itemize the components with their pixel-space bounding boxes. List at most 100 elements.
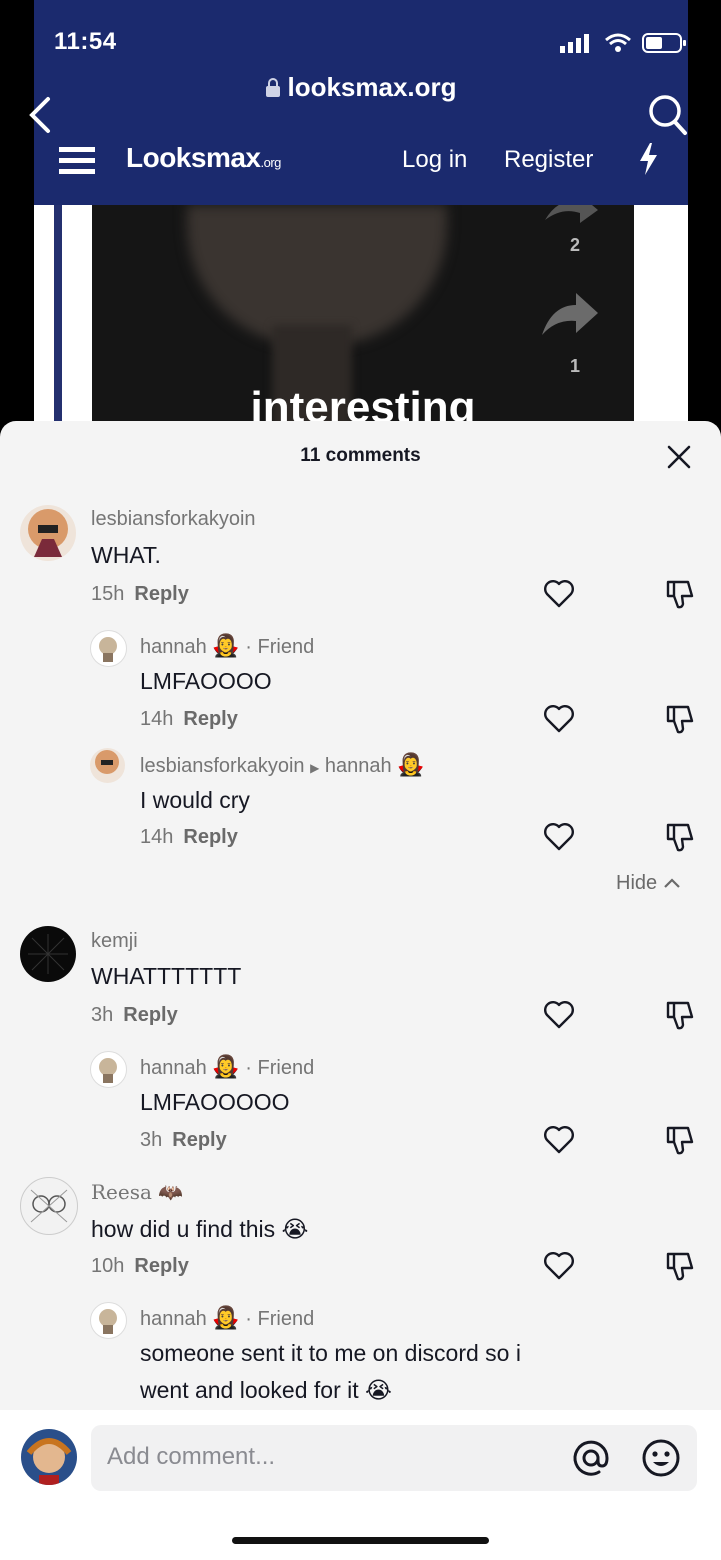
- comment-time: 3h: [91, 1004, 114, 1026]
- reply-button[interactable]: Reply: [123, 1004, 177, 1026]
- heart-icon[interactable]: [543, 821, 575, 853]
- comment-input[interactable]: Add comment...: [91, 1425, 697, 1491]
- reply-arrow-icon: ▶: [310, 761, 320, 775]
- site-logo[interactable]: Looksmax.org: [126, 142, 281, 174]
- dislike-icon[interactable]: [664, 999, 696, 1031]
- background-page: 11:54 looksmax.org Looksmax.org Log in R…: [0, 0, 721, 440]
- register-link[interactable]: Register: [504, 146, 593, 174]
- wifi-icon: [605, 33, 631, 52]
- dislike-icon[interactable]: [664, 821, 696, 853]
- hide-replies-button[interactable]: Hide: [616, 872, 681, 895]
- comment-username[interactable]: lesbiansforkakyoin: [91, 508, 256, 531]
- comment-meta: 10h Reply: [91, 1255, 189, 1278]
- comment-text: LMFAOOOOO: [140, 1089, 290, 1115]
- avatar[interactable]: [90, 748, 125, 783]
- comment-time: 14h: [140, 708, 174, 730]
- reply-button[interactable]: Reply: [172, 1129, 226, 1151]
- comment-meta: 15h Reply: [91, 583, 189, 606]
- video-frame: 2 1 interesting: [92, 205, 634, 440]
- avatar[interactable]: [20, 926, 76, 982]
- friend-tag: · Friend: [245, 1308, 315, 1330]
- logo-suffix: .org: [260, 155, 282, 170]
- comment-username[interactable]: hannah 🧛‍♀️ · Friend: [140, 1305, 314, 1331]
- dislike-icon[interactable]: [664, 1250, 696, 1282]
- dislike-icon[interactable]: [664, 1124, 696, 1156]
- reply-button[interactable]: Reply: [183, 826, 237, 848]
- hamburger-menu-icon[interactable]: [59, 145, 95, 177]
- reply-to-user: hannah: [324, 755, 392, 777]
- logo-text: Looksmax: [126, 142, 261, 173]
- lightning-icon[interactable]: [637, 142, 659, 176]
- reply-button[interactable]: Reply: [183, 708, 237, 730]
- heart-icon[interactable]: [543, 1250, 575, 1282]
- dislike-icon[interactable]: [664, 703, 696, 735]
- share-icon[interactable]: [538, 291, 600, 339]
- avatar[interactable]: [20, 1177, 78, 1235]
- status-time: 11:54: [54, 28, 117, 55]
- status-icons: [560, 32, 688, 54]
- back-icon[interactable]: [26, 95, 56, 135]
- my-avatar[interactable]: [21, 1429, 77, 1485]
- vampire-emoji: 🧛‍♀️: [397, 752, 425, 777]
- comment-text: went and looked for it 😭: [140, 1377, 392, 1404]
- reply-button[interactable]: Reply: [134, 583, 188, 605]
- browser-url[interactable]: looksmax.org: [34, 72, 688, 103]
- mention-icon[interactable]: [571, 1438, 611, 1478]
- vampire-emoji: 🧛‍♀️: [212, 633, 240, 658]
- friend-tag: · Friend: [245, 636, 315, 658]
- share-count-top: 2: [569, 235, 580, 255]
- comment-text: someone sent it to me on discord so i: [140, 1340, 521, 1366]
- home-indicator[interactable]: [232, 1537, 489, 1544]
- comment-time: 14h: [140, 826, 174, 848]
- comment-time: 10h: [91, 1255, 125, 1277]
- heart-icon[interactable]: [543, 1124, 575, 1156]
- comment-text: LMFAOOOO: [140, 668, 272, 694]
- comment-username[interactable]: lesbiansforkakyoin ▶ hannah 🧛‍♀️: [140, 752, 425, 778]
- comment-text: WHAT.: [91, 542, 161, 568]
- share-icon-top: [545, 205, 598, 223]
- battery-icon: [642, 33, 686, 53]
- close-icon[interactable]: [667, 445, 691, 469]
- post-border: [54, 205, 62, 440]
- avatar[interactable]: [20, 505, 76, 561]
- comment-text: WHATTTTTTT: [91, 963, 242, 989]
- comment-username[interactable]: hannah 🧛‍♀️ · Friend: [140, 633, 314, 659]
- comment-text: how did u find this 😭: [91, 1216, 308, 1243]
- emoji-icon[interactable]: [641, 1438, 681, 1478]
- signal-icon: [560, 34, 589, 53]
- comment-meta: 3h Reply: [140, 1129, 227, 1152]
- comment-text-body: how did u find this: [91, 1216, 276, 1242]
- comment-time: 15h: [91, 583, 125, 605]
- avatar[interactable]: [90, 1302, 127, 1339]
- comment-meta: 14h Reply: [140, 826, 238, 849]
- lock-icon: [266, 78, 281, 97]
- url-text: looksmax.org: [287, 72, 457, 102]
- video-figure: [187, 205, 447, 345]
- chevron-up-icon: [663, 878, 680, 888]
- comment-text-line2: went and looked for it: [140, 1377, 359, 1403]
- crying-emoji: 😭: [281, 1216, 309, 1242]
- comment-username[interactable]: kemji: [91, 930, 138, 953]
- login-link[interactable]: Log in: [402, 146, 467, 174]
- comment-username[interactable]: Reesa 🦇: [91, 1180, 183, 1204]
- heart-icon[interactable]: [543, 999, 575, 1031]
- heart-icon[interactable]: [543, 703, 575, 735]
- vampire-emoji: 🧛‍♀️: [212, 1305, 240, 1330]
- search-icon[interactable]: [648, 94, 688, 136]
- hide-label: Hide: [616, 872, 658, 894]
- username-text: hannah: [140, 1308, 207, 1330]
- heart-icon[interactable]: [543, 578, 575, 610]
- video-embed[interactable]: 2 1 interesting: [34, 205, 688, 440]
- reply-button[interactable]: Reply: [134, 1255, 188, 1277]
- comment-meta: 3h Reply: [91, 1004, 178, 1027]
- username-text: lesbiansforkakyoin: [140, 755, 305, 777]
- crying-emoji: 😭: [365, 1377, 392, 1403]
- comment-username[interactable]: hannah 🧛‍♀️ · Friend: [140, 1054, 314, 1080]
- avatar[interactable]: [90, 630, 127, 667]
- avatar[interactable]: [90, 1051, 127, 1088]
- comments-count-title: 11 comments: [300, 445, 421, 466]
- username-text: hannah: [140, 1057, 207, 1079]
- comment-composer: Add comment...: [0, 1410, 721, 1560]
- dislike-icon[interactable]: [664, 578, 696, 610]
- site-header: 11:54 looksmax.org Looksmax.org Log in R…: [29, 0, 688, 205]
